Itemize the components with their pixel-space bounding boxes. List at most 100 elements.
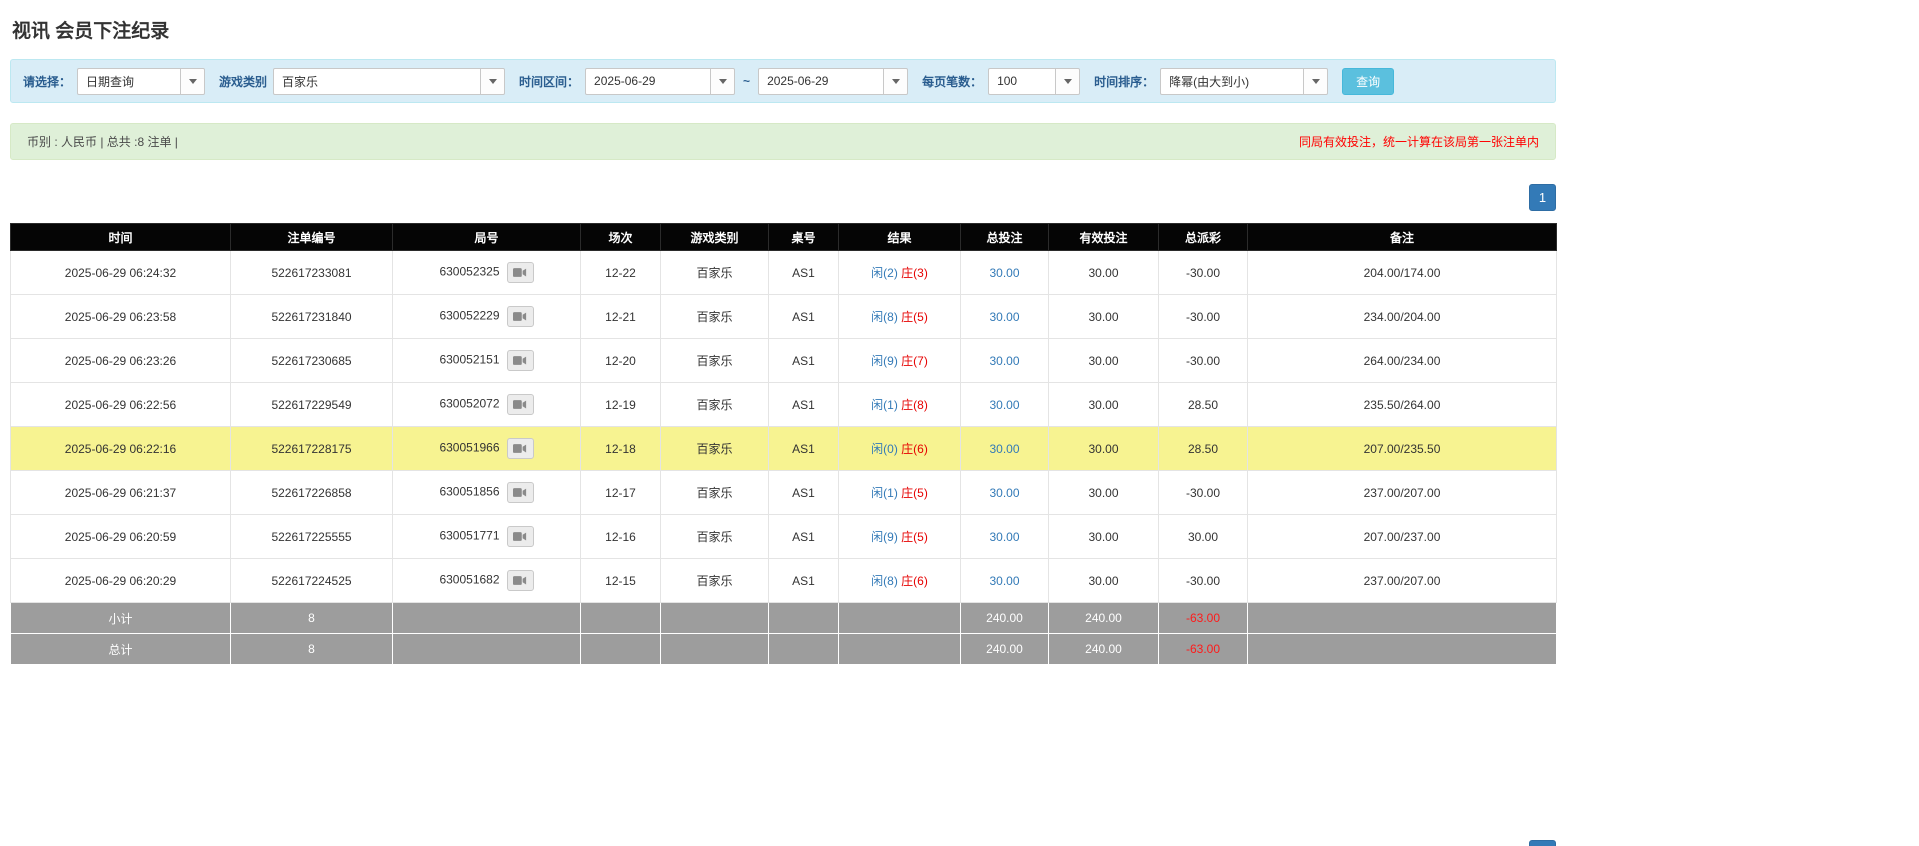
total-bet-link[interactable]: 30.00	[989, 442, 1019, 456]
cell-time: 2025-06-29 06:21:37	[10, 470, 231, 515]
total-bet-link[interactable]: 30.00	[989, 310, 1019, 324]
date-from-value[interactable]: 2025-06-29	[586, 69, 710, 94]
video-icon[interactable]	[506, 438, 534, 459]
total-bet-link[interactable]: 30.00	[989, 530, 1019, 544]
result-player: 闲(2)	[871, 266, 898, 280]
cell-payout: 30.00	[1158, 514, 1248, 559]
filter-bar: 请选择： 日期查询 游戏类别 百家乐 时间区间： 2025-06-29 ~ 20…	[10, 59, 1556, 103]
page-size-value[interactable]: 100	[989, 69, 1055, 94]
footer-label: 小计	[10, 602, 231, 634]
cell-payout: 28.50	[1158, 382, 1248, 427]
footer-total-bet: 240.00	[960, 602, 1049, 634]
cell-bet-id: 522617233081	[230, 250, 393, 295]
result-player: 闲(8)	[871, 310, 898, 324]
total-bet-link[interactable]: 30.00	[989, 574, 1019, 588]
cell-bet-id: 522617230685	[230, 338, 393, 383]
cell-payout: 28.50	[1158, 426, 1248, 471]
footer-valid-bet: 240.00	[1048, 602, 1159, 634]
page-button-1[interactable]: 1	[1529, 184, 1556, 211]
cell-valid-bet: 30.00	[1048, 426, 1159, 471]
total-bet-link[interactable]: 30.00	[989, 266, 1019, 280]
page-button-1-bottom[interactable]: 1	[1529, 840, 1556, 846]
col-header-game-type: 游戏类别	[660, 223, 769, 251]
date-to-value[interactable]: 2025-06-29	[759, 69, 883, 94]
subtotal-row: 小计 8 240.00 240.00 -63.00	[10, 602, 1557, 634]
cell-game-type: 百家乐	[660, 338, 769, 383]
cell-round-id: 630051771	[392, 514, 581, 559]
footer-count: 8	[230, 602, 393, 634]
result-banker: 庄(7)	[901, 354, 928, 368]
chevron-down-icon[interactable]	[710, 68, 735, 94]
cell-result: 闲(2) 庄(3)	[838, 250, 961, 295]
cell-round-id: 630052072	[392, 382, 581, 427]
cell-note: 234.00/204.00	[1247, 294, 1557, 339]
result-banker: 庄(6)	[901, 442, 928, 456]
page-size-label: 每页笔数：	[922, 74, 983, 89]
summary-bar: 币别 : 人民币 | 总共 :8 注单 | 同局有效投注，统一计算在该局第一张注…	[10, 123, 1556, 160]
cell-total-bet: 30.00	[960, 338, 1049, 383]
sort-select-value[interactable]: 降幂(由大到小)	[1161, 69, 1303, 94]
footer-count: 8	[230, 633, 393, 665]
chevron-down-icon[interactable]	[1055, 68, 1080, 94]
cell-total-bet: 30.00	[960, 426, 1049, 471]
result-player: 闲(1)	[871, 398, 898, 412]
table-header-row: 时间 注单编号 局号 场次 游戏类别 桌号 结果 总投注 有效投注 总派彩 备注	[10, 223, 1557, 251]
video-icon[interactable]	[506, 306, 534, 327]
notice-text: 同局有效投注，统一计算在该局第一张注单内	[1298, 135, 1539, 149]
total-bet-link[interactable]: 30.00	[989, 354, 1019, 368]
query-type-select[interactable]: 日期查询	[77, 67, 206, 95]
cell-session: 12-18	[580, 426, 661, 471]
page-size-select[interactable]: 100	[988, 67, 1081, 95]
col-header-valid-bet: 有效投注	[1048, 223, 1159, 251]
chevron-down-icon[interactable]	[480, 68, 505, 94]
col-header-payout: 总派彩	[1158, 223, 1248, 251]
date-to-select[interactable]: 2025-06-29	[758, 67, 909, 95]
cell-result: 闲(1) 庄(5)	[838, 470, 961, 515]
cell-result: 闲(8) 庄(6)	[838, 558, 961, 603]
select-label: 请选择：	[23, 74, 72, 89]
chevron-down-icon[interactable]	[883, 68, 908, 94]
cell-table-no: AS1	[768, 294, 839, 339]
video-icon[interactable]	[506, 394, 534, 415]
cell-bet-id: 522617226858	[230, 470, 393, 515]
cell-bet-id: 522617224525	[230, 558, 393, 603]
total-bet-link[interactable]: 30.00	[989, 486, 1019, 500]
time-range-label: 时间区间：	[519, 74, 580, 89]
search-button[interactable]: 查询	[1342, 67, 1395, 95]
cell-total-bet: 30.00	[960, 514, 1049, 559]
video-icon[interactable]	[506, 262, 534, 283]
footer-total-bet: 240.00	[960, 633, 1049, 665]
footer-valid-bet: 240.00	[1048, 633, 1159, 665]
cell-valid-bet: 30.00	[1048, 382, 1159, 427]
currency-summary: 币别 : 人民币 | 总共 :8 注单 |	[27, 135, 178, 149]
cell-table-no: AS1	[768, 338, 839, 383]
cell-result: 闲(9) 庄(5)	[838, 514, 961, 559]
sort-select[interactable]: 降幂(由大到小)	[1160, 67, 1329, 95]
game-type-select-value[interactable]: 百家乐	[274, 69, 480, 94]
cell-session: 12-15	[580, 558, 661, 603]
video-icon[interactable]	[506, 350, 534, 371]
query-type-select-value[interactable]: 日期查询	[78, 69, 180, 94]
table-row: 2025-06-29 06:20:59 522617225555 630051771…	[10, 514, 1557, 559]
cell-round-id: 630052151	[392, 338, 581, 383]
video-icon[interactable]	[506, 482, 534, 503]
cell-round-id: 630052325	[392, 250, 581, 295]
betting-records-table: 时间 注单编号 局号 场次 游戏类别 桌号 结果 总投注 有效投注 总派彩 备注…	[10, 223, 1557, 665]
date-from-select[interactable]: 2025-06-29	[585, 67, 736, 95]
pagination-bottom: 1	[10, 840, 1556, 846]
cell-table-no: AS1	[768, 382, 839, 427]
chevron-down-icon[interactable]	[1303, 68, 1328, 94]
video-icon[interactable]	[506, 526, 534, 547]
cell-note: 237.00/207.00	[1247, 558, 1557, 603]
cell-table-no: AS1	[768, 558, 839, 603]
cell-note: 237.00/207.00	[1247, 470, 1557, 515]
table-row: 2025-06-29 06:24:32 522617233081 630052325…	[10, 250, 1557, 295]
game-type-select[interactable]: 百家乐	[273, 67, 506, 95]
pagination-top: 1	[10, 184, 1556, 211]
col-header-result: 结果	[838, 223, 961, 251]
col-header-note: 备注	[1247, 223, 1557, 251]
chevron-down-icon[interactable]	[180, 68, 205, 94]
video-icon[interactable]	[506, 570, 534, 591]
footer-payout: -63.00	[1158, 633, 1248, 665]
total-bet-link[interactable]: 30.00	[989, 398, 1019, 412]
